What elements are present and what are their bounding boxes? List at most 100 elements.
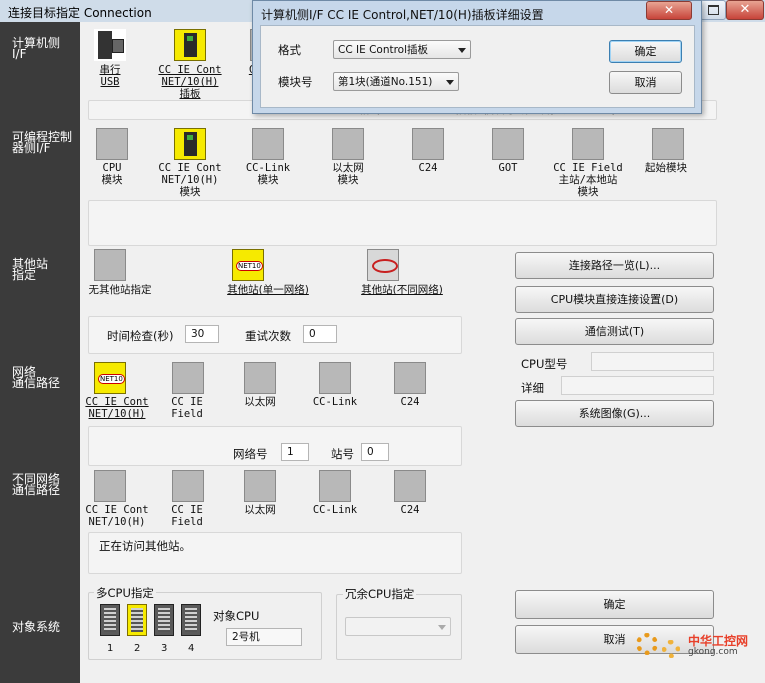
plc-if-label-cc-link: CC-Link 模块: [245, 162, 291, 186]
other-station-label-multi: 其他站(不同网络): [361, 284, 443, 296]
sidebar: 计算机侧 I/F 可编程控制 器侧I/F 其他站 指定 网络 通信路径 不同网络…: [0, 22, 80, 683]
comm-test-button[interactable]: 通信测试(T): [515, 318, 714, 345]
plc-if-label-c24: C24: [418, 162, 438, 174]
redundant-cpu-label: 冗余CPU指定: [343, 586, 417, 602]
content-area: 串行 USB CC IE Cont NET/10(H) 插板 C 格式 CC I…: [80, 22, 765, 683]
gear-icon: [636, 633, 658, 655]
pc-if-label-cc-ie: CC IE Cont NET/10(H) 插板: [158, 64, 222, 100]
chevron-down-icon: [446, 80, 454, 85]
diff-route-label-cc-ie-cont: CC IE Cont NET/10(H): [85, 504, 149, 528]
multi-cpu-label: 多CPU指定: [94, 585, 156, 601]
sidebar-label-other-station: 其他站 指定: [12, 257, 49, 282]
station-no-input[interactable]: 0: [361, 443, 389, 461]
retry-input[interactable]: 0: [303, 325, 337, 343]
got-module-icon[interactable]: [492, 128, 524, 160]
head-module-icon[interactable]: [652, 128, 684, 160]
route-label-cc-ie-field: CC IE Field: [171, 396, 203, 420]
diff-route-label-ethernet: 以太网: [244, 504, 276, 516]
no-other-station-icon[interactable]: [94, 249, 126, 281]
sidebar-label-diff-network-route: 不同网络 通信路径: [12, 472, 61, 497]
cc-link-module-icon[interactable]: [252, 128, 284, 160]
sidebar-label-target-system: 对象系统: [12, 620, 61, 634]
redundant-cpu-select[interactable]: [345, 617, 451, 636]
diff-route-label-cc-ie-field: CC IE Field: [171, 504, 203, 528]
watermark-url: gkong.com: [688, 647, 738, 657]
plc-if-label-ethernet: 以太网 模块: [332, 162, 364, 186]
diff-route-cc-ie-cont-icon[interactable]: [94, 470, 126, 502]
cpu-number-1: 1: [107, 643, 114, 654]
status-text: 正在访问其他站。: [99, 539, 191, 553]
module-no-label: 模块号: [278, 75, 313, 89]
pc-if-label-usb: 串行 USB: [99, 64, 121, 88]
route-label-ethernet: 以太网: [244, 396, 276, 408]
cc-ie-module-icon[interactable]: [174, 128, 206, 160]
close-button[interactable]: ✕: [726, 0, 764, 20]
chevron-down-icon: [438, 625, 446, 630]
diff-route-ethernet-icon[interactable]: [244, 470, 276, 502]
time-check-label: 时间检查(秒): [107, 329, 174, 343]
window-title: 连接目标指定 Connection: [8, 6, 152, 20]
cc-ie-field-module-icon[interactable]: [572, 128, 604, 160]
plc-if-label-cpu: CPU 模块: [101, 162, 123, 186]
ok-button[interactable]: 确定: [515, 590, 714, 619]
route-ethernet-icon[interactable]: [244, 362, 276, 394]
multi-cpu-group: [88, 592, 322, 660]
cpu-3-icon[interactable]: [154, 604, 174, 636]
cpu-number-3: 3: [161, 643, 168, 654]
diff-route-c24-icon[interactable]: [394, 470, 426, 502]
diff-route-label-c24: C24: [400, 504, 420, 516]
cpu-direct-button[interactable]: CPU模块直接连接设置(D): [515, 286, 714, 313]
detail-dialog: 计算机侧I/F CC IE Control,NET/10(H)插板详细设置 ✕ …: [252, 0, 702, 114]
cpu-model-label: CPU型号: [521, 357, 568, 371]
time-check-input[interactable]: 30: [185, 325, 219, 343]
network-station-group: 网络号 1 站号 0: [88, 426, 462, 466]
target-cpu-label: 对象CPU: [213, 609, 260, 623]
dialog-cancel-button[interactable]: 取消: [609, 71, 682, 94]
status-group: 正在访问其他站。: [88, 532, 462, 574]
target-cpu-field: 2号机: [226, 628, 302, 646]
retry-label: 重试次数: [245, 329, 291, 343]
diff-route-cc-ie-field-icon[interactable]: [172, 470, 204, 502]
serial-usb-icon[interactable]: [94, 29, 126, 61]
detail-field: [561, 376, 714, 395]
system-image-button[interactable]: 系统图像(G)...: [515, 400, 714, 427]
module-no-select[interactable]: 第1块(通道No.151): [333, 72, 459, 91]
route-c24-icon[interactable]: [394, 362, 426, 394]
network-no-input[interactable]: 1: [281, 443, 309, 461]
cpu-module-icon[interactable]: [96, 128, 128, 160]
cpu-number-4: 4: [188, 643, 195, 654]
route-list-button[interactable]: 连接路径一览(L)...: [515, 252, 714, 279]
diff-route-cc-link-icon[interactable]: [319, 470, 351, 502]
ethernet-module-icon[interactable]: [332, 128, 364, 160]
format-label: 格式: [278, 43, 301, 57]
single-network-icon[interactable]: [232, 249, 264, 281]
sidebar-label-plc-if: 可编程控制 器侧I/F: [12, 130, 73, 155]
route-cc-link-icon[interactable]: [319, 362, 351, 394]
cpu-1-icon[interactable]: [100, 604, 120, 636]
dialog-close-button[interactable]: ✕: [646, 1, 692, 20]
plc-if-detail-area: [88, 200, 717, 246]
dialog-body: 格式 CC IE Control插板 模块号 第1块(通道No.151) 确定 …: [260, 25, 695, 108]
other-station-label-single: 其他站(单一网络): [227, 284, 309, 296]
cpu-2-icon[interactable]: [127, 604, 147, 636]
format-select[interactable]: CC IE Control插板: [333, 40, 471, 59]
plc-if-label-cc-ie: CC IE Cont NET/10(H) 模块: [158, 162, 222, 198]
module-no-value: 第1块(通道No.151): [338, 76, 433, 88]
dialog-ok-button[interactable]: 确定: [609, 40, 682, 63]
cpu-number-2: 2: [134, 643, 141, 654]
cc-ie-board-icon[interactable]: [174, 29, 206, 61]
route-label-cc-ie-cont: CC IE Cont NET/10(H): [85, 396, 149, 420]
maximize-button[interactable]: [700, 0, 726, 20]
time-check-group: 时间检查(秒) 30 重试次数 0: [88, 316, 462, 354]
chevron-down-icon: [458, 48, 466, 53]
cpu-4-icon[interactable]: [181, 604, 201, 636]
plc-if-label-head: 起始模块: [645, 162, 687, 174]
multi-network-icon[interactable]: [367, 249, 399, 281]
route-cc-ie-field-icon[interactable]: [172, 362, 204, 394]
c24-module-icon[interactable]: [412, 128, 444, 160]
gear-icon: [662, 640, 680, 658]
sidebar-label-pc-if: 计算机侧 I/F: [12, 36, 61, 61]
route-cc-ie-cont-icon[interactable]: [94, 362, 126, 394]
route-label-c24: C24: [400, 396, 420, 408]
dialog-title: 计算机侧I/F CC IE Control,NET/10(H)插板详细设置: [261, 8, 544, 22]
